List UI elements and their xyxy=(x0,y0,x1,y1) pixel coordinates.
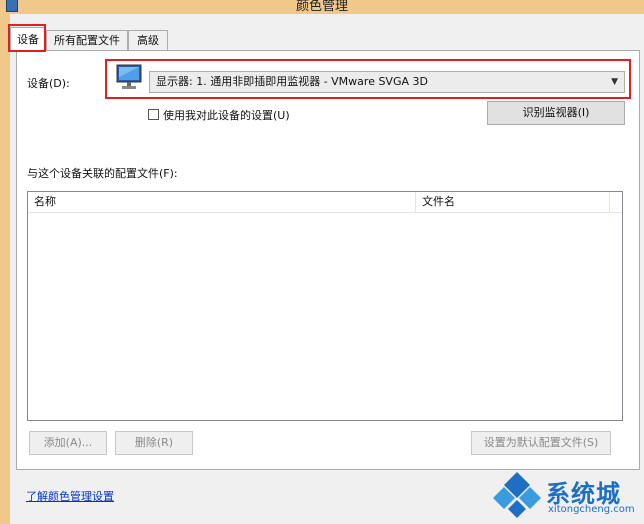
add-button[interactable]: 添加(A)... xyxy=(29,431,107,455)
dialog-client-area: 设备 所有配置文件 高级 设备(D): 显示器: 1. 通用非即插即用监视器 -… xyxy=(8,14,644,524)
use-my-settings-checkbox[interactable] xyxy=(148,109,159,120)
monitor-icon xyxy=(116,64,142,89)
tab-all-profiles[interactable]: 所有配置文件 xyxy=(46,30,128,50)
window-title: 颜色管理 xyxy=(295,0,348,14)
color-management-window: 颜色管理 设备 所有配置文件 高级 设备(D): 显示器: 1. 通用非即插即用… xyxy=(0,0,644,524)
chevron-down-icon[interactable]: ▼ xyxy=(611,72,618,92)
profiles-list-header: 名称 文件名 xyxy=(28,192,622,213)
learn-color-management-link[interactable]: 了解颜色管理设置 xyxy=(26,488,114,504)
profiles-list[interactable]: 名称 文件名 xyxy=(27,191,623,421)
identify-monitors-button[interactable]: 识别监视器(I) xyxy=(487,101,625,125)
watermark-subtext: xitongcheng.com xyxy=(548,504,635,515)
watermark-emblem-icon xyxy=(493,472,541,518)
tab-devices[interactable]: 设备 xyxy=(10,27,46,51)
tab-advanced[interactable]: 高级 xyxy=(128,30,168,50)
profiles-label: 与这个设备关联的配置文件(F): xyxy=(27,167,178,180)
column-header-name[interactable]: 名称 xyxy=(28,192,416,212)
device-label: 设备(D): xyxy=(27,77,70,90)
title-bar[interactable]: 颜色管理 xyxy=(0,0,644,14)
set-default-button[interactable]: 设置为默认配置文件(S) xyxy=(471,431,611,455)
tab-panel: 设备(D): 显示器: 1. 通用非即插即用监视器 - VMware SVGA … xyxy=(16,50,640,470)
watermark-logo: 系统城 xitongcheng.com xyxy=(490,470,644,524)
column-header-filename[interactable]: 文件名 xyxy=(416,192,610,212)
use-my-settings-label[interactable]: 使用我对此设备的设置(U) xyxy=(163,107,290,123)
device-select[interactable]: 显示器: 1. 通用非即插即用监视器 - VMware SVGA 3D ▼ xyxy=(149,71,625,93)
device-select-value: 显示器: 1. 通用非即插即用监视器 - VMware SVGA 3D xyxy=(156,75,428,88)
remove-button[interactable]: 删除(R) xyxy=(115,431,193,455)
